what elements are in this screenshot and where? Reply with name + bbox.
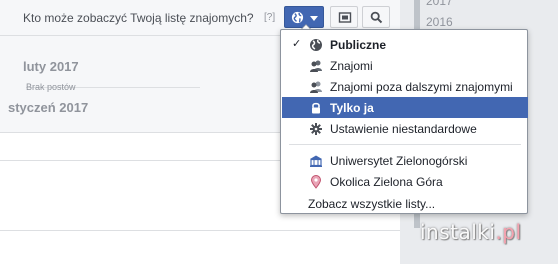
- globe-icon: [291, 11, 304, 24]
- menu-item-label: Ustawienie niestandardowe: [330, 122, 477, 136]
- lock-icon: [312, 102, 320, 114]
- search-icon: [370, 11, 383, 24]
- globe-icon: [310, 39, 322, 51]
- menu-item-label: Tylko ja: [330, 101, 374, 115]
- menu-divider: [289, 144, 521, 145]
- menu-item-area[interactable]: Okolica Zielona Góra: [282, 171, 528, 192]
- no-posts-label: Brak postów: [26, 82, 76, 92]
- menu-item-only-me[interactable]: Tylko ja: [282, 97, 528, 118]
- menu-item-label: Uniwersytet Zielonogórski: [330, 154, 468, 168]
- friends-except-icon: [310, 81, 322, 93]
- menu-item-label: Publiczne: [330, 38, 387, 52]
- menu-item-custom[interactable]: Ustawienie niestandardowe: [282, 118, 528, 139]
- building-icon: [310, 155, 322, 167]
- location-icon: [310, 175, 322, 189]
- search-button[interactable]: [362, 6, 390, 28]
- privacy-question: Kto może zobaczyć Twoją listę znajomych?: [23, 11, 254, 25]
- menu-item-public[interactable]: ✓ Publiczne: [282, 34, 528, 55]
- help-link[interactable]: [?]: [264, 12, 275, 23]
- menu-item-friends-except[interactable]: Znajomi poza dalszymi znajomymi: [282, 76, 528, 97]
- watermark: instalki.pl: [420, 220, 522, 244]
- year-link[interactable]: 2016: [426, 15, 453, 29]
- year-link[interactable]: 2017: [426, 0, 453, 8]
- gear-icon: [310, 123, 322, 135]
- divider: [0, 230, 400, 231]
- friends-icon: [310, 60, 322, 72]
- see-all-lists-link[interactable]: Zobacz wszystkie listy...: [308, 197, 435, 211]
- menu-item-label: Okolica Zielona Góra: [330, 175, 443, 189]
- menu-item-label: Znajomi poza dalszymi znajomymi: [330, 80, 513, 94]
- menu-item-friends[interactable]: Znajomi: [282, 55, 528, 76]
- menu-item-label: Znajomi: [330, 59, 373, 73]
- menu-item-university[interactable]: Uniwersytet Zielonogórski: [282, 150, 528, 171]
- check-icon: ✓: [292, 38, 302, 50]
- privacy-dropdown-menu: ✓ Publiczne Znajomi Znajomi poza dalszym…: [280, 29, 528, 214]
- edit-icon: [338, 12, 352, 23]
- caret-down-icon: [310, 16, 318, 21]
- month-heading-feb: luty 2017: [23, 59, 79, 74]
- edit-button[interactable]: [330, 6, 358, 28]
- month-heading-jan: styczeń 2017: [8, 100, 89, 115]
